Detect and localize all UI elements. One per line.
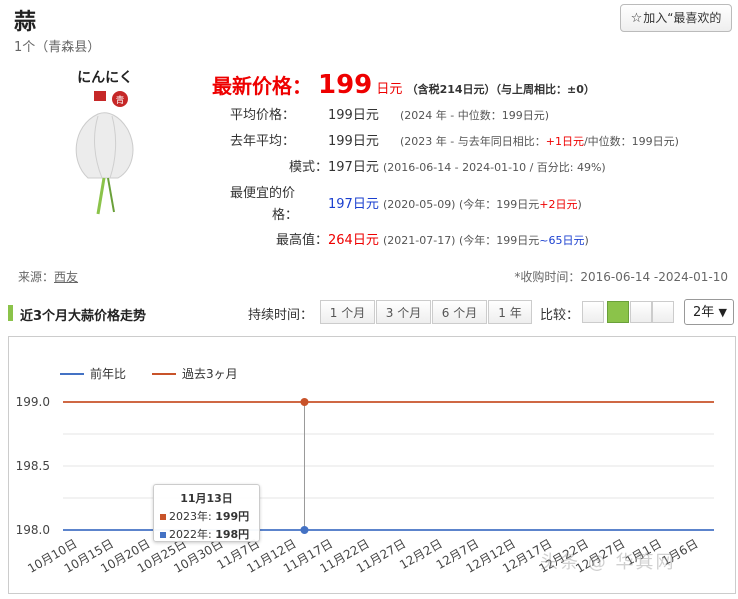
add-favorite-label: 加入“最喜欢的 [643,11,722,25]
section-accent-bar [8,305,13,321]
y-tick-label: 198.5 [16,459,50,473]
cheapest-value: 197日元 [328,197,379,212]
chart-tooltip: 11月13日 2023年: 199円 2022年: 198円 [153,484,260,542]
mode-row: 模式：197日元 (2016-06-14 - 2024-01-10 / 百分比:… [230,156,606,175]
year-range-select[interactable]: 2年 ▼ [684,299,734,325]
avg-price-label: 平均价格： [230,108,296,123]
latest-price-unit: 日元 [376,82,403,97]
highest-value: 264日元 [328,233,379,248]
product-subtitle: 1个（青森县） [14,40,101,55]
compare-option-2[interactable] [607,301,629,323]
y-tick-label: 198.0 [16,523,50,537]
latest-price-label: 最新价格： [212,74,312,98]
duration-1-year-button[interactable]: 1 年 [488,300,532,324]
duration-6-months-button[interactable]: 6 个月 [432,300,487,324]
avg-price-value: 199日元 [328,108,379,123]
tooltip-line-1: 2023年: 199円 [160,508,259,524]
hover-point-series-2 [300,398,309,406]
duration-3-months-button[interactable]: 3 个月 [376,300,431,324]
page-title: 蒜 [14,10,37,35]
y-tick-label: 199.0 [16,395,50,409]
mode-label: 模式： [288,160,328,175]
source-link[interactable]: 西友 [54,270,78,284]
legend-label-1: 過去3ヶ月 [182,367,238,381]
highest-diff: ~65日元 [539,234,585,247]
series-2023-marker [160,514,166,520]
last-year-row: 去年平均： 199日元 (2023 年 - 与去年同日相比：+1日元/中位数：199… [230,130,679,149]
cheapest-label: 最便宜的价 [230,186,296,201]
last-year-note: (2023 年 - 与去年同日相比： [400,135,546,148]
duration-1-month-button[interactable]: 1 个月 [320,300,375,324]
last-year-value: 199日元 [328,134,379,149]
tooltip-line-2-label: 2022年: [169,528,216,541]
avg-price-row: 平均价格： 199日元 (2024 年 - 中位数：199日元) [230,104,549,123]
legend-label-0: 前年比 [90,366,126,381]
year-range-value: 2年 [693,305,715,320]
duration-label: 持续时间： [248,308,314,323]
add-favorite-button[interactable]: ☆加入“最喜欢的 [620,4,732,32]
cheapest-label-2: 格： [271,208,298,223]
source-info: 来源：西友 [18,268,78,285]
trend-section-title: 近3个月大蒜价格走势 [20,309,147,324]
tooltip-line-1-value: 199円 [215,510,250,523]
cheapest-row: 最便宜的价 [230,182,328,201]
cheapest-note: (2020-05-09) (今年：199日元 [382,198,540,211]
cheapest-diff: +2日元 [539,198,578,211]
tooltip-line-2-value: 198円 [215,528,250,541]
compare-option-3[interactable] [630,301,652,323]
last-year-label: 去年平均： [230,134,296,149]
tooltip-line-1-label: 2023年: [169,510,216,523]
collection-period: *收购时间：2016-06-14 -2024-01-10 [514,270,728,284]
cheapest-values: 197日元 (2020-05-09) (今年：199日元+2日元) [328,193,582,212]
cheapest-note-end: ) [577,198,582,211]
product-image-caption: にんにく [77,70,133,86]
watermark: 头条 @ 华箕网 [540,552,676,573]
mode-note: (2016-06-14 - 2024-01-10 / 百分比: 49%) [382,161,606,174]
star-icon: ☆ [630,11,643,26]
series-2022-marker [160,532,166,538]
product-image-badge: 青 [115,94,124,106]
highest-label: 最高值： [275,233,328,248]
compare-option-4[interactable] [652,301,674,323]
highest-note: (2021-07-17) (今年：199日元 [382,234,540,247]
last-year-median: /中位数：199日元) [583,135,679,148]
compare-option-1[interactable] [582,301,604,323]
tooltip-date: 11月13日 [180,492,233,505]
garlic-product-image: にんにく 青 [75,70,134,215]
cheapest-row-2: 格： [230,204,298,223]
latest-price-row: 最新价格： 199 日元 （含税214日元）（与上周相比：±0） [212,70,595,100]
highest-row: 最高值：264日元 (2021-07-17) (今年：199日元~65日元) [230,229,589,248]
latest-price-note: （含税214日元）（与上周相比：±0） [406,83,595,96]
source-label: 来源： [18,270,55,284]
last-year-diff: +1日元 [545,135,584,148]
mode-value: 197日元 [328,160,379,175]
tooltip-line-2: 2022年: 198円 [160,526,259,542]
chevron-down-icon: ▼ [718,306,727,319]
latest-price-value: 199 [318,70,373,100]
highest-note-end: ) [584,234,589,247]
compare-label: 比较： [540,308,580,323]
hover-point-series-1 [300,526,309,534]
avg-price-note: (2024 年 - 中位数：199日元) [400,109,550,122]
